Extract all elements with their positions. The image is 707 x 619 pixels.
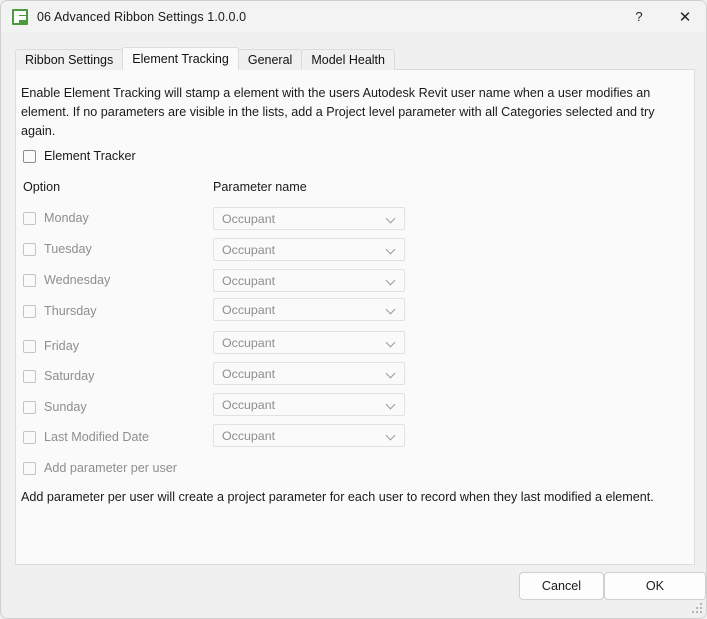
wednesday-label: Wednesday [44, 273, 110, 287]
cancel-button[interactable]: Cancel [519, 572, 604, 600]
last-modified-date-parameter-value: Occupant [222, 429, 383, 443]
sunday-label: Sunday [44, 400, 87, 414]
tab-general[interactable]: General [238, 49, 302, 70]
monday-parameter-dropdown[interactable]: Occupant [213, 207, 405, 230]
wednesday-checkbox[interactable] [23, 274, 36, 287]
tab-model-health[interactable]: Model Health [301, 49, 395, 70]
tab-panel-element-tracking: Enable Element Tracking will stamp a ele… [15, 69, 695, 565]
tuesday-label: Tuesday [44, 242, 92, 256]
chevron-down-icon [383, 211, 399, 227]
saturday-checkbox[interactable] [23, 370, 36, 383]
chevron-down-icon [383, 397, 399, 413]
chevron-down-icon [383, 335, 399, 351]
row-saturday-checkbox-row[interactable]: Saturday [23, 369, 94, 383]
element-tracker-checkbox-row[interactable]: Element Tracker [23, 149, 136, 163]
element-tracker-checkbox[interactable] [23, 150, 36, 163]
tab-element-tracking[interactable]: Element Tracking [122, 47, 239, 70]
ok-button[interactable]: OK [604, 572, 706, 600]
add-parameter-per-user-checkbox[interactable] [23, 462, 36, 475]
window-controls: ? ✕ [616, 1, 707, 32]
tuesday-parameter-dropdown[interactable]: Occupant [213, 238, 405, 261]
chevron-down-icon [383, 428, 399, 444]
sunday-parameter-dropdown[interactable]: Occupant [213, 393, 405, 416]
friday-checkbox[interactable] [23, 340, 36, 353]
column-header-parameter-name: Parameter name [213, 180, 307, 194]
thursday-parameter-value: Occupant [222, 303, 383, 317]
thursday-checkbox[interactable] [23, 305, 36, 318]
thursday-label: Thursday [44, 304, 97, 318]
monday-label: Monday [44, 211, 89, 225]
row-tuesday-checkbox-row[interactable]: Tuesday [23, 242, 92, 256]
row-friday-checkbox-row[interactable]: Friday [23, 339, 79, 353]
panel-description: Enable Element Tracking will stamp a ele… [21, 84, 689, 141]
add-parameter-per-user-checkbox-row[interactable]: Add parameter per user [23, 461, 177, 475]
title-bar: 06 Advanced Ribbon Settings 1.0.0.0 ? ✕ [1, 1, 707, 32]
window-title: 06 Advanced Ribbon Settings 1.0.0.0 [37, 10, 246, 24]
row-monday-checkbox-row[interactable]: Monday [23, 211, 89, 225]
dialog-window: 06 Advanced Ribbon Settings 1.0.0.0 ? ✕ … [0, 0, 707, 619]
chevron-down-icon [383, 366, 399, 382]
resize-grip-icon[interactable] [691, 603, 703, 615]
close-icon[interactable]: ✕ [662, 1, 707, 32]
chevron-down-icon [383, 302, 399, 318]
sunday-parameter-value: Occupant [222, 398, 383, 412]
row-thursday-checkbox-row[interactable]: Thursday [23, 304, 97, 318]
friday-parameter-value: Occupant [222, 336, 383, 350]
monday-parameter-value: Occupant [222, 212, 383, 226]
row-last-modified-date-checkbox-row[interactable]: Last Modified Date [23, 430, 149, 444]
chevron-down-icon [383, 273, 399, 289]
wednesday-parameter-dropdown[interactable]: Occupant [213, 269, 405, 292]
saturday-parameter-dropdown[interactable]: Occupant [213, 362, 405, 385]
row-sunday-checkbox-row[interactable]: Sunday [23, 400, 87, 414]
app-green-icon [12, 9, 28, 25]
last-modified-date-checkbox[interactable] [23, 431, 36, 444]
panel-footnote: Add parameter per user will create a pro… [21, 488, 689, 507]
sunday-checkbox[interactable] [23, 401, 36, 414]
add-parameter-per-user-label: Add parameter per user [44, 461, 177, 475]
tab-ribbon-settings[interactable]: Ribbon Settings [15, 49, 123, 70]
wednesday-parameter-value: Occupant [222, 274, 383, 288]
element-tracker-label: Element Tracker [44, 149, 136, 163]
help-icon[interactable]: ? [616, 1, 662, 32]
chevron-down-icon [383, 242, 399, 258]
thursday-parameter-dropdown[interactable]: Occupant [213, 298, 405, 321]
tuesday-parameter-value: Occupant [222, 243, 383, 257]
last-modified-date-label: Last Modified Date [44, 430, 149, 444]
saturday-label: Saturday [44, 369, 94, 383]
tuesday-checkbox[interactable] [23, 243, 36, 256]
column-header-option: Option [23, 180, 60, 194]
monday-checkbox[interactable] [23, 212, 36, 225]
row-wednesday-checkbox-row[interactable]: Wednesday [23, 273, 110, 287]
friday-label: Friday [44, 339, 79, 353]
last-modified-date-parameter-dropdown[interactable]: Occupant [213, 424, 405, 447]
saturday-parameter-value: Occupant [222, 367, 383, 381]
tab-strip: Ribbon Settings Element Tracking General… [15, 47, 394, 70]
friday-parameter-dropdown[interactable]: Occupant [213, 331, 405, 354]
